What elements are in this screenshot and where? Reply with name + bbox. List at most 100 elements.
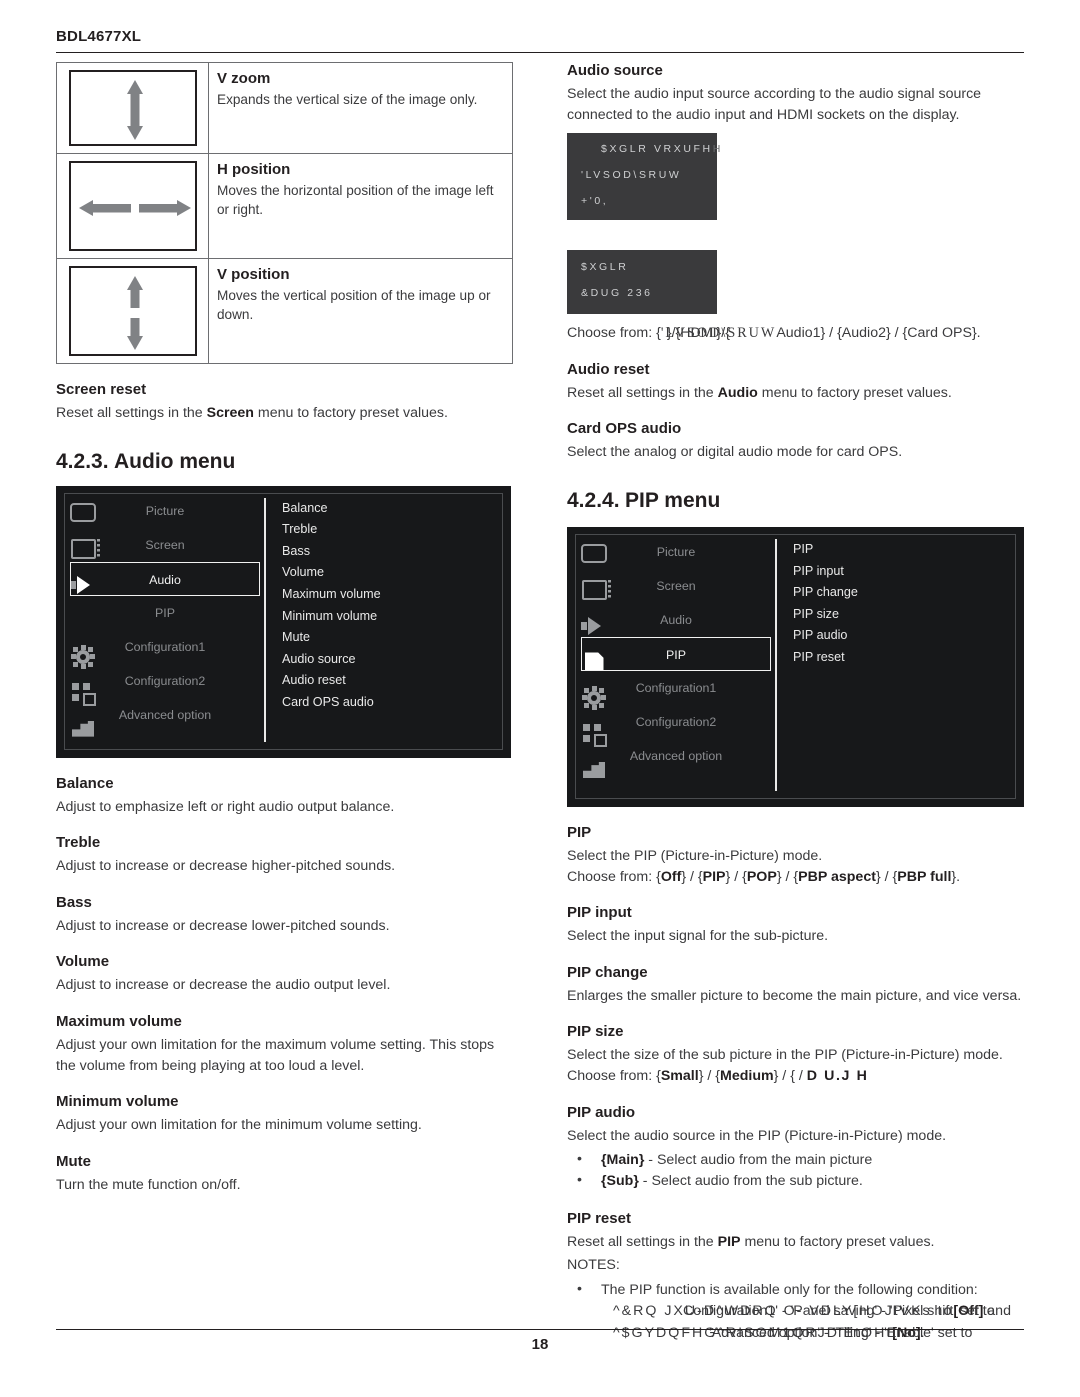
screen-reset-desc: Reset all settings in the Screen menu to… bbox=[56, 403, 511, 424]
pip-reset-bold: PIP bbox=[717, 1233, 741, 1250]
osd-item-configuration1[interactable]: Configuration1 bbox=[70, 630, 260, 664]
h-position-desc: Moves the horizontal position of the ima… bbox=[217, 182, 494, 217]
pip-input-desc: Select the input signal for the sub-pict… bbox=[567, 928, 829, 945]
osd-option-pip-input[interactable]: PIP input bbox=[793, 561, 858, 583]
vertical-double-arrow-icon bbox=[68, 70, 197, 146]
pip-choose-p4: } / { bbox=[725, 868, 747, 885]
osd-item-configuration1[interactable]: Configuration1 bbox=[581, 671, 771, 705]
osd-option-volume[interactable]: Volume bbox=[282, 562, 381, 584]
osd-option-maximum-volume[interactable]: Maximum volume bbox=[282, 584, 381, 606]
popup-header-tail: H bbox=[712, 143, 723, 156]
osd-item-advanced-option[interactable]: Advanced option bbox=[70, 698, 260, 732]
osd-item-picture[interactable]: Picture bbox=[70, 494, 260, 528]
pip-size-sep2: } / { / bbox=[773, 1067, 803, 1084]
screen-reset-desc-after: menu to factory preset values. bbox=[253, 405, 448, 421]
osd-item-configuration2[interactable]: Configuration2 bbox=[70, 664, 260, 698]
pip-size-desc: Select the size of the sub picture in th… bbox=[567, 1047, 1003, 1064]
pip-audio-bullet-list: • {Main} - Select audio from the main pic… bbox=[567, 1150, 1024, 1193]
pip-reset-desc: Reset all settings in the PIP menu to fa… bbox=[567, 1232, 1024, 1253]
pip-choose-p2: } / { bbox=[681, 868, 703, 885]
osd-option-audio-reset[interactable]: Audio reset bbox=[282, 670, 381, 692]
osd-item-picture[interactable]: Picture bbox=[581, 535, 771, 569]
v-position-title: V position bbox=[217, 266, 290, 283]
pip-reset-after: menu to factory preset values. bbox=[740, 1233, 935, 1250]
bullet-glyph: • bbox=[577, 1280, 582, 1297]
popup-row-card-ops[interactable]: &DUG 236 bbox=[567, 280, 717, 306]
v-position-figure-cell bbox=[57, 259, 209, 363]
popup-row-displayport[interactable]: 'LVSOD\SRUW bbox=[567, 162, 717, 188]
osd-item-pip[interactable]: PIP bbox=[70, 596, 260, 630]
osd-option-pip-change[interactable]: PIP change bbox=[793, 582, 858, 604]
pip-notes-list: • The PIP function is available only for… bbox=[567, 1280, 1024, 1344]
page-header: BDL4677XL bbox=[56, 28, 1024, 45]
pip-osd-screenshot: Picture Screen Audio PIP Configuration1 … bbox=[567, 526, 1024, 807]
audio-osd-category-list: Picture Screen Audio PIP Configuration1 … bbox=[70, 494, 260, 732]
osd-option-pip-audio[interactable]: PIP audio bbox=[793, 625, 858, 647]
osd-item-configuration2[interactable]: Configuration2 bbox=[581, 705, 771, 739]
osd-item-audio[interactable]: Audio bbox=[581, 603, 771, 637]
osd-option-pip-reset[interactable]: PIP reset bbox=[793, 647, 858, 669]
osd-option-balance[interactable]: Balance bbox=[282, 498, 381, 520]
osd-option-mute[interactable]: Mute bbox=[282, 627, 381, 649]
osd-option-card-ops-audio[interactable]: Card OPS audio bbox=[282, 692, 381, 714]
pip-reset-title: PIP reset bbox=[567, 1209, 631, 1227]
osd-option-minimum-volume[interactable]: Minimum volume bbox=[282, 606, 381, 628]
osd-option-pip[interactable]: PIP bbox=[793, 539, 858, 561]
choose-prefix: Choose from: { bbox=[567, 325, 661, 342]
osd-option-treble[interactable]: Treble bbox=[282, 519, 381, 541]
v-zoom-title: V zoom bbox=[217, 70, 271, 87]
header-rule bbox=[56, 52, 1024, 53]
popup-top-block: $XGLR VRXUFHH 'LVSOD\SRUW +'0, bbox=[567, 133, 720, 221]
h-position-figure-cell bbox=[57, 154, 209, 258]
osd-option-audio-source[interactable]: Audio source bbox=[282, 649, 381, 671]
screen-reset-desc-bold: Screen bbox=[206, 405, 254, 421]
screen-reset-desc-before: Reset all settings in the bbox=[56, 405, 207, 421]
pip-input-title: PIP input bbox=[567, 904, 632, 922]
pip-audio-sub-bold: {Sub} bbox=[601, 1173, 639, 1190]
h-position-title: H position bbox=[217, 161, 291, 178]
pip-desc: Select the PIP (Picture-in-Picture) mode… bbox=[567, 847, 823, 864]
popup-bottom-block: $XGLR &DUG 236 bbox=[567, 250, 717, 315]
bass-title: Bass bbox=[56, 893, 92, 911]
pip-title: PIP bbox=[567, 823, 592, 841]
footer-rule bbox=[56, 1329, 1024, 1330]
choose-garbled-over: }/{HDMI}/{ bbox=[666, 325, 730, 342]
v-zoom-text-cell: V zoom Expands the vertical size of the … bbox=[209, 63, 512, 153]
mute-desc: Turn the mute function on/off. bbox=[56, 1176, 241, 1193]
popup-row-hdmi[interactable]: +'0, bbox=[567, 188, 717, 214]
audio-source-choose-from: Choose from: {'LVSOD\SRUW}/{HDMI}/{Audio… bbox=[567, 323, 1024, 344]
pip-choose-pop: POP bbox=[746, 868, 777, 885]
treble-desc: Adjust to increase or decrease higher-pi… bbox=[56, 858, 396, 875]
osd-item-advanced-option[interactable]: Advanced option bbox=[581, 739, 771, 773]
pip-menu-number: 4.2.4. bbox=[567, 488, 620, 512]
minimum-volume-desc: Adjust your own limitation for the minim… bbox=[56, 1117, 422, 1134]
osd-item-screen[interactable]: Screen bbox=[70, 528, 260, 562]
card-ops-audio-title: Card OPS audio bbox=[567, 420, 682, 438]
pip-size-choose-from: Choose from: {Small} / {Medium} / { / D … bbox=[567, 1066, 1024, 1087]
maximum-volume-title: Maximum volume bbox=[56, 1012, 182, 1030]
audio-osd-option-list: Balance Treble Bass Volume Maximum volum… bbox=[282, 498, 381, 714]
pip-osd-divider bbox=[775, 538, 777, 791]
osd-option-bass[interactable]: Bass bbox=[282, 541, 381, 563]
horizontal-split-arrows-icon bbox=[68, 161, 197, 251]
choose-garbled-overlap: 'LVSOD\SRUW}/{HDMI}/{ bbox=[661, 323, 776, 344]
pip-choose-off: Off bbox=[660, 868, 682, 885]
balance-title: Balance bbox=[56, 774, 114, 792]
pip-size-medium: Medium bbox=[720, 1067, 774, 1084]
osd-item-pip[interactable]: PIP bbox=[581, 636, 771, 671]
bass-desc: Adjust to increase or decrease lower-pit… bbox=[56, 917, 390, 934]
audio-menu-title: Audio menu bbox=[114, 449, 236, 473]
note-intro: The PIP function is available only for t… bbox=[601, 1281, 978, 1298]
audio-reset-after: menu to factory preset values. bbox=[757, 384, 952, 401]
osd-item-screen[interactable]: Screen bbox=[581, 569, 771, 603]
osd-item-audio[interactable]: Audio bbox=[70, 561, 260, 596]
pip-choose-pbp-full: PBP full bbox=[897, 868, 952, 885]
minimum-volume-title: Minimum volume bbox=[56, 1093, 179, 1111]
bullet-glyph: • bbox=[577, 1151, 582, 1168]
v-position-text-cell: V position Moves the vertical position o… bbox=[209, 259, 512, 363]
osd-option-pip-size[interactable]: PIP size bbox=[793, 604, 858, 626]
popup-header-row: $XGLR VRXUFHH bbox=[567, 136, 720, 162]
pip-size-garbled-large: D U.J H bbox=[806, 1067, 869, 1084]
pip-choose-pip: PIP bbox=[702, 868, 726, 885]
popup-row-audio[interactable]: $XGLR bbox=[567, 254, 717, 280]
